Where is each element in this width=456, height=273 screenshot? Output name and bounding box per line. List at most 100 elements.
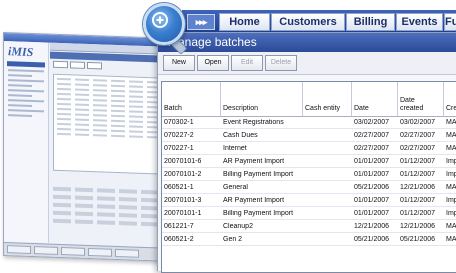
table-cell: General (223, 184, 248, 191)
background-taskbar-item (115, 248, 139, 258)
table-cell: 12/21/2006 (400, 223, 436, 230)
column-header-cash-entity[interactable]: Cash entity (303, 82, 352, 117)
table-cell: 060521-1 (164, 184, 194, 191)
table-cell: 01/12/2007 (400, 210, 436, 217)
table-cell: Billing Payment Import (223, 171, 294, 178)
table-cell: 05/21/2006 (400, 236, 436, 243)
column-header-description[interactable]: Description (221, 82, 303, 117)
background-nav-item (8, 94, 32, 98)
table-cell: Impo (446, 171, 456, 178)
table-row[interactable]: 070302-1 Event Registrations 03/02/2007 03/… (162, 117, 456, 129)
edit-button[interactable]: Edit (231, 55, 263, 71)
table-row[interactable]: 070227-1 Internet 02/27/2007 02/27/2007 MAN (162, 143, 456, 155)
tab-home[interactable]: Home (219, 13, 270, 31)
background-nav-item (8, 79, 44, 83)
tab-billing[interactable]: Billing (346, 13, 395, 31)
column-header-created-by[interactable]: Crea (444, 82, 456, 117)
table-cell: 02/27/2007 (400, 145, 436, 152)
top-nav-bar: ▸▸▸ Home Customers Billing Events Fundr (182, 10, 456, 32)
table-cell: 03/02/2007 (400, 119, 436, 126)
table-cell: Event Registrations (223, 119, 284, 126)
manage-batches-window: Manage batches New Open Edit Delete Batc… (157, 32, 456, 273)
background-taskbar-item (61, 247, 85, 256)
table-cell: Impo (446, 210, 456, 217)
background-taskbar-item (7, 245, 31, 254)
table-cell: MAN (446, 119, 456, 126)
background-nav-item (8, 114, 32, 118)
table-cell: 061221-7 (164, 223, 194, 230)
tab-customers[interactable]: Customers (271, 13, 345, 31)
table-cell: 05/21/2006 (354, 184, 390, 191)
background-nav-item (8, 104, 32, 108)
table-row[interactable]: 060521-2 Gen 2 05/21/2006 05/21/2006 MAN (162, 234, 456, 246)
column-header-date-created[interactable]: Date created (398, 82, 444, 117)
column-header-batch[interactable]: Batch (162, 82, 221, 117)
table-cell: 02/27/2007 (354, 145, 390, 152)
table-row[interactable]: 060521-1 General 05/21/2006 12/21/2006 MAN (162, 182, 456, 194)
table-cell: 01/12/2007 (400, 197, 436, 204)
tab-fundraising[interactable]: Fundr (444, 13, 456, 31)
table-cell: Cash Dues (223, 132, 258, 139)
new-button[interactable]: New (163, 55, 195, 71)
table-row[interactable]: 20070101-6 AR Payment Import 01/01/2007 01/… (162, 156, 456, 168)
table-row[interactable]: 20070101-1 Billing Payment Import 01/01/20… (162, 208, 456, 220)
table-cell: 12/21/2006 (354, 223, 390, 230)
table-cell: 01/01/2007 (354, 210, 390, 217)
background-app-button (70, 61, 85, 69)
background-nav-item (8, 74, 32, 78)
table-cell: 060521-2 (164, 236, 194, 243)
table-cell: 12/21/2006 (400, 184, 436, 191)
background-nav-item (8, 109, 44, 113)
table-cell: 20070101-3 (164, 197, 202, 204)
table-cell: 070227-1 (164, 145, 194, 152)
magnifier-plus-icon (143, 3, 185, 45)
table-cell: MAN (446, 184, 456, 191)
table-cell: 20070101-2 (164, 171, 202, 178)
background-app-logo: iMIS (8, 44, 34, 60)
background-taskbar-item (88, 247, 112, 257)
background-app-button (87, 61, 102, 70)
table-cell: 02/27/2007 (354, 132, 390, 139)
table-cell: 20070101-6 (164, 158, 202, 165)
table-cell: Impo (446, 158, 456, 165)
table-cell: MAN (446, 145, 456, 152)
table-cell: Billing Payment Import (223, 210, 294, 217)
nav-arrows-button[interactable]: ▸▸▸ (187, 14, 215, 30)
table-row[interactable]: 070227-2 Cash Dues 02/27/2007 02/27/2007 MAN (162, 130, 456, 142)
table-cell: 03/02/2007 (354, 119, 390, 126)
table-cell: 20070101-1 (164, 210, 202, 217)
background-app-logo-bar (7, 61, 45, 68)
delete-button[interactable]: Delete (265, 55, 297, 71)
table-cell: 01/12/2007 (400, 171, 436, 178)
table-cell: MAN (446, 132, 456, 139)
table-cell: AR Payment Import (223, 158, 285, 165)
column-header-date[interactable]: Date (352, 82, 398, 117)
table-cell: 05/21/2006 (354, 236, 390, 243)
table-cell: MAN (446, 236, 456, 243)
background-taskbar-item (34, 246, 58, 255)
tab-events[interactable]: Events (396, 13, 443, 31)
table-row[interactable]: 20070101-2 Billing Payment Import 01/01/20… (162, 169, 456, 181)
table-row[interactable]: 20070101-3 AR Payment Import 01/01/2007 01/… (162, 195, 456, 207)
toolbar: New Open Edit Delete (158, 52, 456, 75)
table-cell: 070227-2 (164, 132, 194, 139)
background-nav-item (8, 89, 44, 93)
background-nav-item (8, 84, 32, 88)
table-cell: Cleanup2 (223, 223, 253, 230)
batches-table: Batch Description Cash entity Date Date … (161, 81, 456, 273)
table-cell: 01/01/2007 (354, 158, 390, 165)
background-app-sidebar: iMIS (4, 41, 49, 243)
table-cell: 070302-1 (164, 119, 194, 126)
background-nav-item (8, 69, 44, 73)
table-cell: 01/01/2007 (354, 171, 390, 178)
table-cell: 01/12/2007 (400, 158, 436, 165)
background-nav-item (8, 99, 44, 103)
background-app-button (53, 60, 68, 69)
table-cell: AR Payment Import (223, 197, 285, 204)
table-cell: MAN (446, 223, 456, 230)
open-button[interactable]: Open (197, 55, 229, 71)
table-row[interactable]: 061221-7 Cleanup2 12/21/2006 12/21/2006 MAN (162, 221, 456, 233)
table-cell: 02/27/2007 (400, 132, 436, 139)
plus-icon (152, 12, 168, 28)
table-cell: Gen 2 (223, 236, 243, 243)
